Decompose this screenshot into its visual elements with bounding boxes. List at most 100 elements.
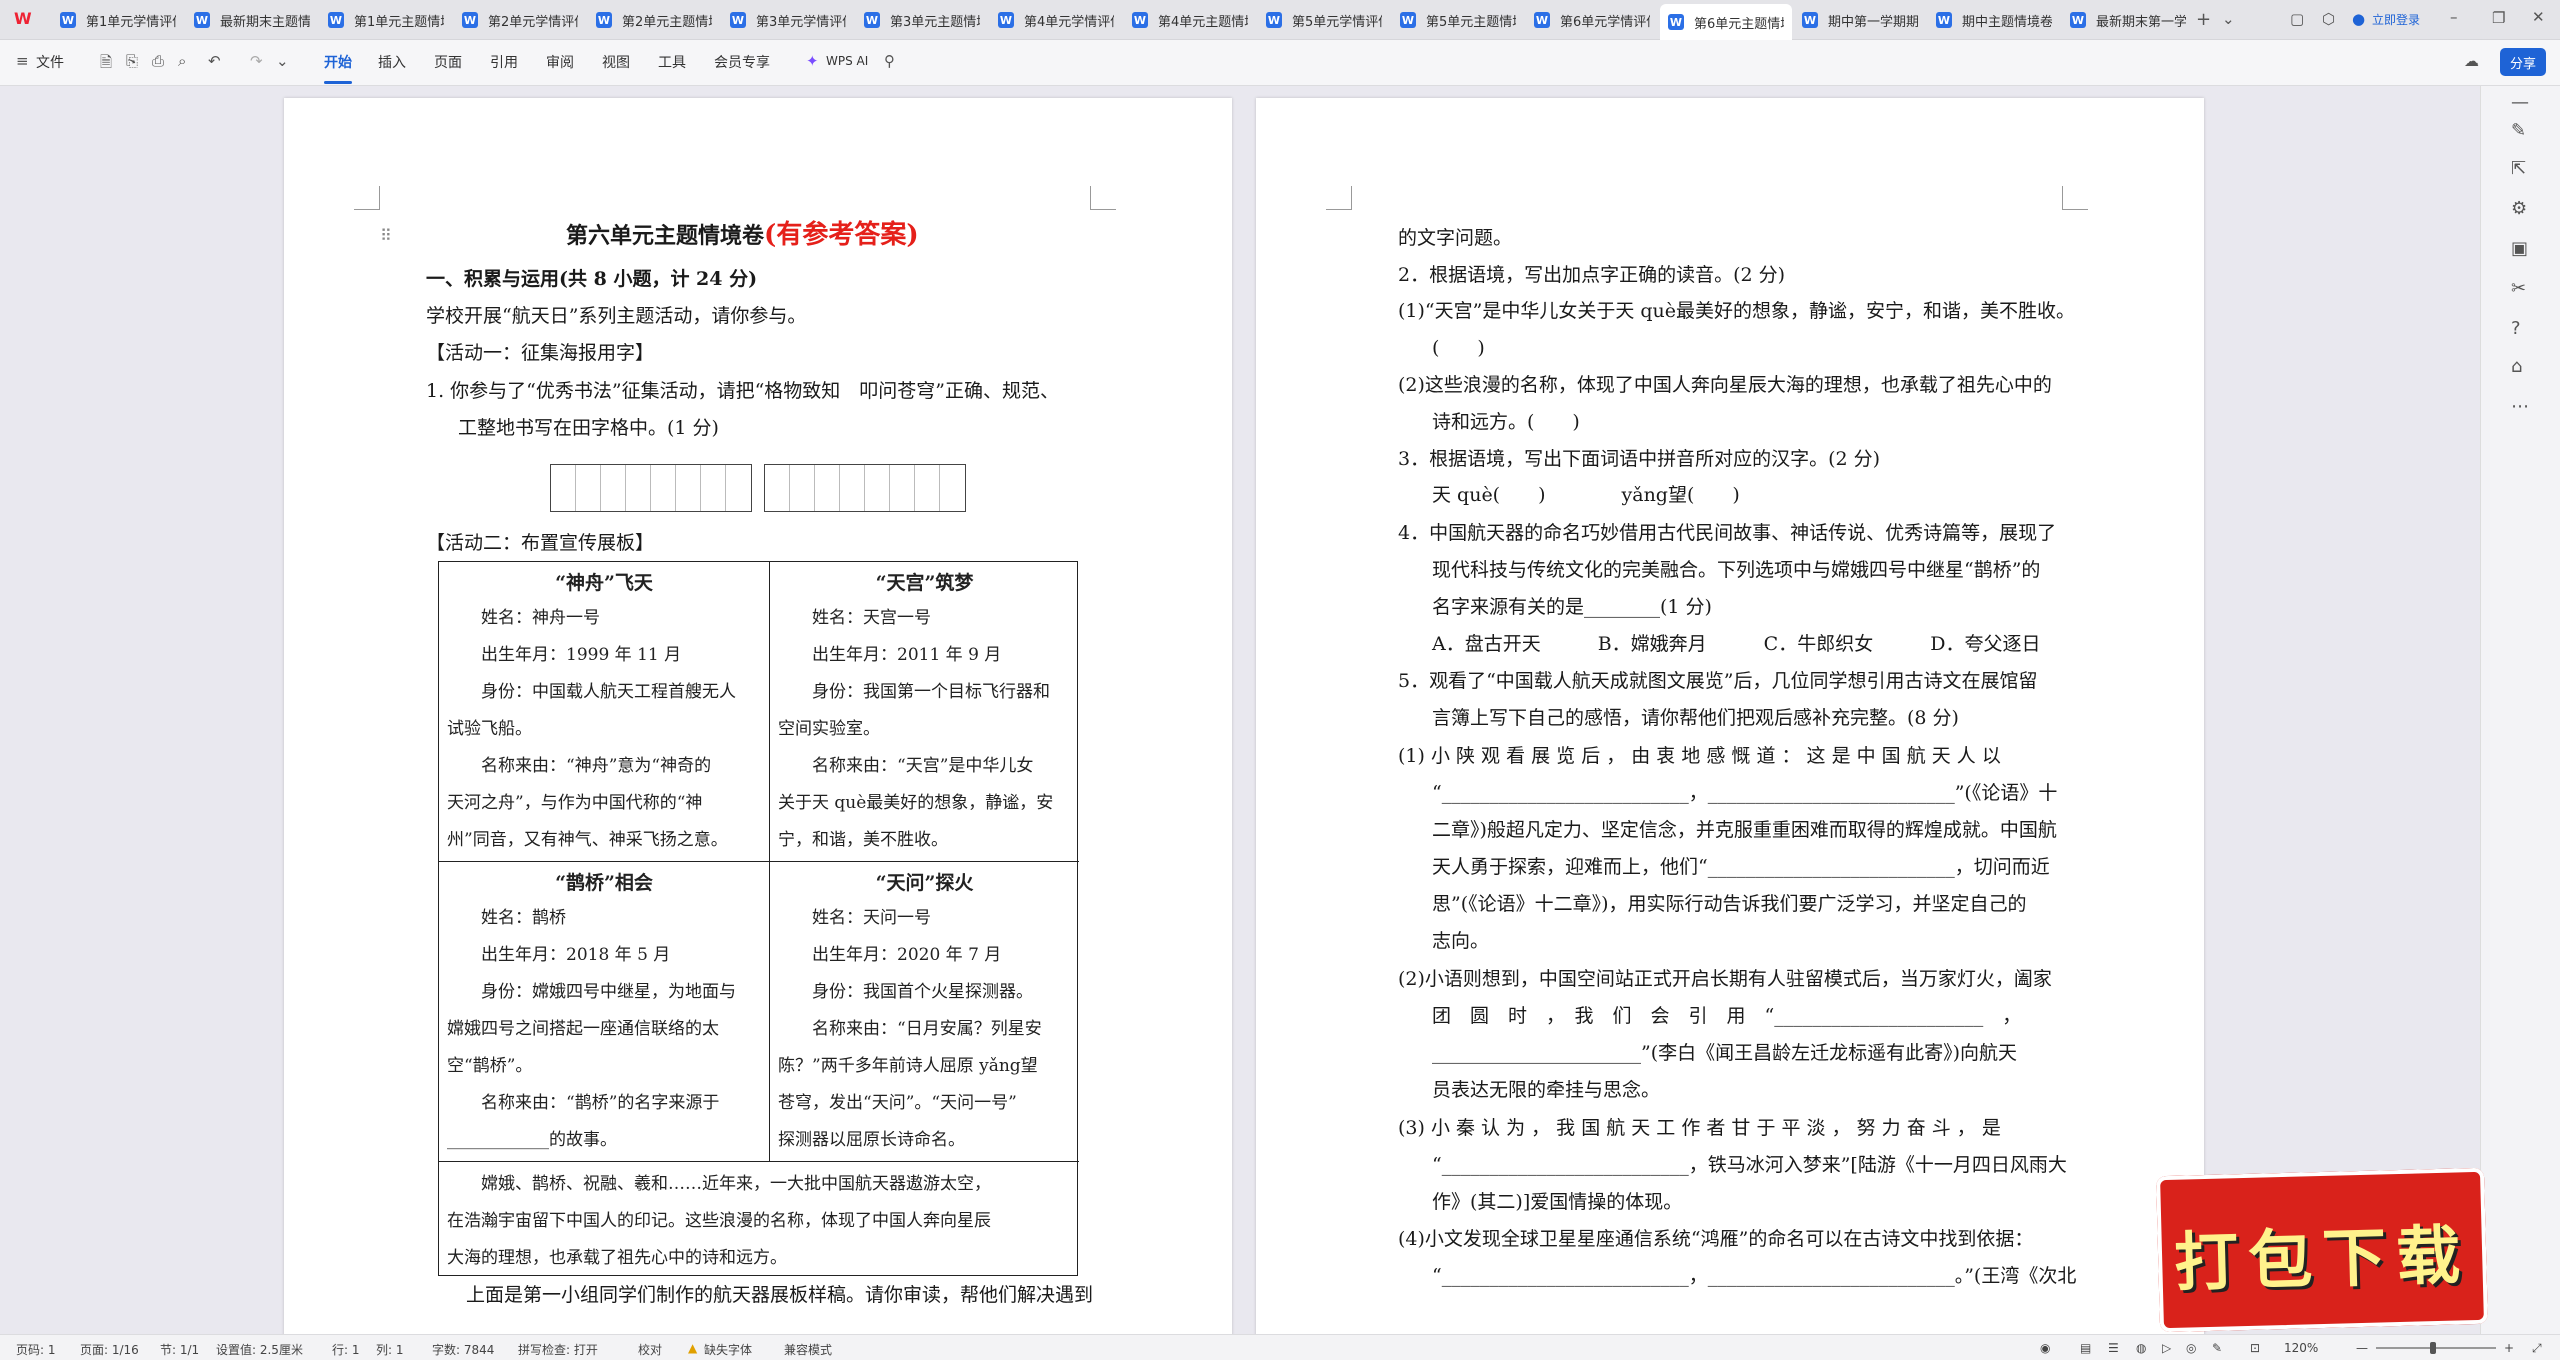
- status-missing-font[interactable]: 缺失字体: [704, 1341, 752, 1358]
- ribbon-tab[interactable]: 开始: [324, 52, 352, 84]
- word-doc-icon: W: [462, 12, 478, 28]
- settings-icon[interactable]: ⚙: [2511, 198, 2527, 219]
- globe-icon[interactable]: ◎: [2186, 1341, 2196, 1355]
- status-words[interactable]: 字数: 7844: [432, 1341, 494, 1358]
- collapse-icon[interactable]: —: [2511, 92, 2529, 113]
- window-layout-icon[interactable]: ▢: [2290, 10, 2304, 28]
- board-cell: “鹊桥”相会 姓名：鹊桥 出生年月：2018 年 5 月身份：嫦娥四号中继星，为地面…: [439, 862, 769, 1162]
- select-icon[interactable]: ⇱: [2511, 158, 2526, 179]
- shirt-icon[interactable]: ⌂: [2511, 356, 2522, 377]
- document-tab[interactable]: W 第3单元学情评估: [722, 4, 854, 36]
- share-button[interactable]: 分享: [2499, 48, 2546, 76]
- paragraph-line: 作》(其二)]爱国情操的体现。: [1432, 1191, 1683, 1213]
- wps-logo-icon[interactable]: W: [14, 9, 38, 31]
- document-tab[interactable]: W 第4单元学情评估: [990, 4, 1122, 36]
- status-pages[interactable]: 页面: 1/16: [80, 1341, 139, 1358]
- zoom-slider-thumb[interactable]: [2430, 1342, 2436, 1354]
- ribbon-toolbar: ≡ 文件 🗎 ⎘ ⎙ ⌕ ↶ ↷ ⌄ 开始 插入 页面 引用 审阅 视图 工具 会员专享 ✦ …: [0, 40, 2560, 86]
- document-tab[interactable]: W 第5单元学情评估: [1258, 4, 1390, 36]
- document-tab[interactable]: W 期中主题情境卷: [1928, 4, 2060, 36]
- undo-icon[interactable]: ↶: [208, 52, 221, 70]
- fullscreen-icon[interactable]: ⤢: [2532, 1341, 2542, 1356]
- search-icon[interactable]: ⚲: [884, 52, 895, 70]
- document-tab[interactable]: W 第1单元主题情境: [320, 4, 452, 36]
- document-tab[interactable]: W 第5单元主题情境: [1392, 4, 1524, 36]
- zoom-in-icon[interactable]: +: [2504, 1341, 2514, 1355]
- paragraph-line: 天人勇于探索，迎难而上，他们“_________________________…: [1432, 856, 2050, 878]
- play-icon[interactable]: ▷: [2162, 1341, 2171, 1355]
- document-tab[interactable]: W 第1单元学情评估: [52, 4, 184, 36]
- save-icon[interactable]: 🗎: [100, 52, 112, 77]
- export-icon[interactable]: ⎘: [126, 52, 138, 70]
- close-icon[interactable]: ✕: [2532, 8, 2545, 26]
- more-icon[interactable]: ⋯: [2511, 396, 2529, 417]
- display-board-table: “神舟”飞天 姓名：神舟一号 出生年月：1999 年 11 月身份：中国载人航天工程…: [438, 561, 1079, 1276]
- ribbon-tab[interactable]: 引用: [490, 52, 518, 72]
- document-page-2[interactable]: 的文字问题。 2．根据语境，写出加点字正确的读音。(2 分) (1)“天宫”是中华儿…: [1256, 98, 2204, 1348]
- status-page[interactable]: 页码: 1: [16, 1341, 56, 1358]
- download-promo-banner[interactable]: 打包下载: [2156, 1167, 2488, 1333]
- ribbon-tab[interactable]: 审阅: [546, 52, 574, 72]
- cloud-icon[interactable]: ☁: [2464, 52, 2479, 70]
- file-menu[interactable]: 文件: [36, 52, 64, 72]
- zoom-slider[interactable]: [2376, 1347, 2496, 1349]
- preview-icon[interactable]: ⌕: [178, 52, 186, 70]
- ribbon-tab[interactable]: 会员专享: [714, 52, 770, 72]
- writing-grid[interactable]: [764, 464, 966, 512]
- document-tab[interactable]: W 第2单元主题情境: [588, 4, 720, 36]
- maximize-icon[interactable]: ❐: [2492, 9, 2505, 27]
- ribbon-tab[interactable]: 视图: [602, 52, 630, 72]
- document-tab[interactable]: W 最新期末第一学期: [2062, 4, 2194, 36]
- user-avatar-icon[interactable]: ●: [2352, 10, 2365, 28]
- share-label: 分享: [2509, 56, 2536, 72]
- document-tab[interactable]: W 第2单元学情评估: [454, 4, 586, 36]
- document-tab[interactable]: W 第6单元学情评估: [1526, 4, 1658, 36]
- help-icon[interactable]: ?: [2511, 318, 2521, 339]
- paragraph-line: 志向。: [1432, 930, 1490, 952]
- outline-view-icon[interactable]: ☰: [2108, 1341, 2119, 1355]
- document-page-1[interactable]: ⠿ 第六单元主题情境卷(有参考答案) 一、积累与运用(共 8 小题，计 24 分…: [284, 98, 1232, 1348]
- redo-icon[interactable]: ↷: [250, 52, 263, 70]
- eye-icon[interactable]: ◉: [2040, 1341, 2050, 1355]
- cell-line: 出生年月：2020 年 7 月: [812, 945, 1002, 965]
- tools-icon[interactable]: ✂: [2511, 278, 2526, 299]
- add-tab-icon[interactable]: +: [2196, 9, 2211, 30]
- edit-icon[interactable]: ✎: [2511, 120, 2526, 141]
- document-tab[interactable]: W 第3单元主题情境: [856, 4, 988, 36]
- login-link[interactable]: 立即登录: [2372, 11, 2420, 28]
- tab-label: 期中主题情境卷: [1962, 14, 2052, 30]
- ribbon-tab[interactable]: 页面: [434, 52, 462, 72]
- cube-icon[interactable]: ⬡: [2322, 10, 2335, 28]
- cell-line: 身份：中国载人航天工程首艘无人: [481, 682, 736, 702]
- drag-handle-icon[interactable]: ⠿: [380, 226, 392, 245]
- web-view-icon[interactable]: ◍: [2136, 1341, 2146, 1355]
- cell-line: 嫦娥四号之间搭起一座通信联络的太: [447, 1019, 719, 1039]
- status-spellcheck[interactable]: 拼写检查: 打开: [518, 1341, 598, 1358]
- board-cell: “神舟”飞天 姓名：神舟一号 出生年月：1999 年 11 月身份：中国载人航天工程…: [439, 562, 769, 862]
- zoom-level[interactable]: 120%: [2284, 1341, 2318, 1355]
- tab-list-icon[interactable]: ⌄: [2222, 10, 2235, 28]
- wps-ai-icon[interactable]: ✦: [806, 52, 819, 70]
- document-tab[interactable]: W 第6单元主题情境卷: [1660, 4, 1792, 40]
- page-view-icon[interactable]: ▤: [2080, 1341, 2091, 1355]
- document-tab[interactable]: W 最新期末主题情境: [186, 4, 318, 36]
- ribbon-tab[interactable]: 工具: [658, 52, 686, 72]
- status-proof[interactable]: 校对: [638, 1341, 662, 1358]
- cell-title: “天宫”筑梦: [875, 572, 974, 594]
- document-tab[interactable]: W 第4单元主题情境: [1124, 4, 1256, 36]
- image-icon[interactable]: ▣: [2511, 238, 2528, 259]
- document-tab[interactable]: W 期中第一学期期中: [1794, 4, 1926, 36]
- more-chevron-icon[interactable]: ⌄: [276, 52, 289, 70]
- cell-line: 天河之舟”，与作为中国代称的“神: [447, 793, 703, 813]
- cell-line: 宁，和谐，美不胜收。: [778, 830, 948, 850]
- minimize-icon[interactable]: –: [2450, 8, 2458, 26]
- fit-icon[interactable]: ⊡: [2250, 1341, 2260, 1355]
- wps-ai-button[interactable]: WPS AI: [826, 54, 868, 68]
- ribbon-tab[interactable]: 插入: [378, 52, 406, 72]
- zoom-out-icon[interactable]: —: [2356, 1341, 2368, 1355]
- writing-grid[interactable]: [550, 464, 752, 512]
- menu-icon[interactable]: ≡: [16, 52, 29, 70]
- pen-icon[interactable]: ✎: [2212, 1341, 2222, 1355]
- cell-line: 名称来由：“日月安属？列星安: [812, 1019, 1042, 1039]
- print-icon[interactable]: ⎙: [152, 52, 164, 70]
